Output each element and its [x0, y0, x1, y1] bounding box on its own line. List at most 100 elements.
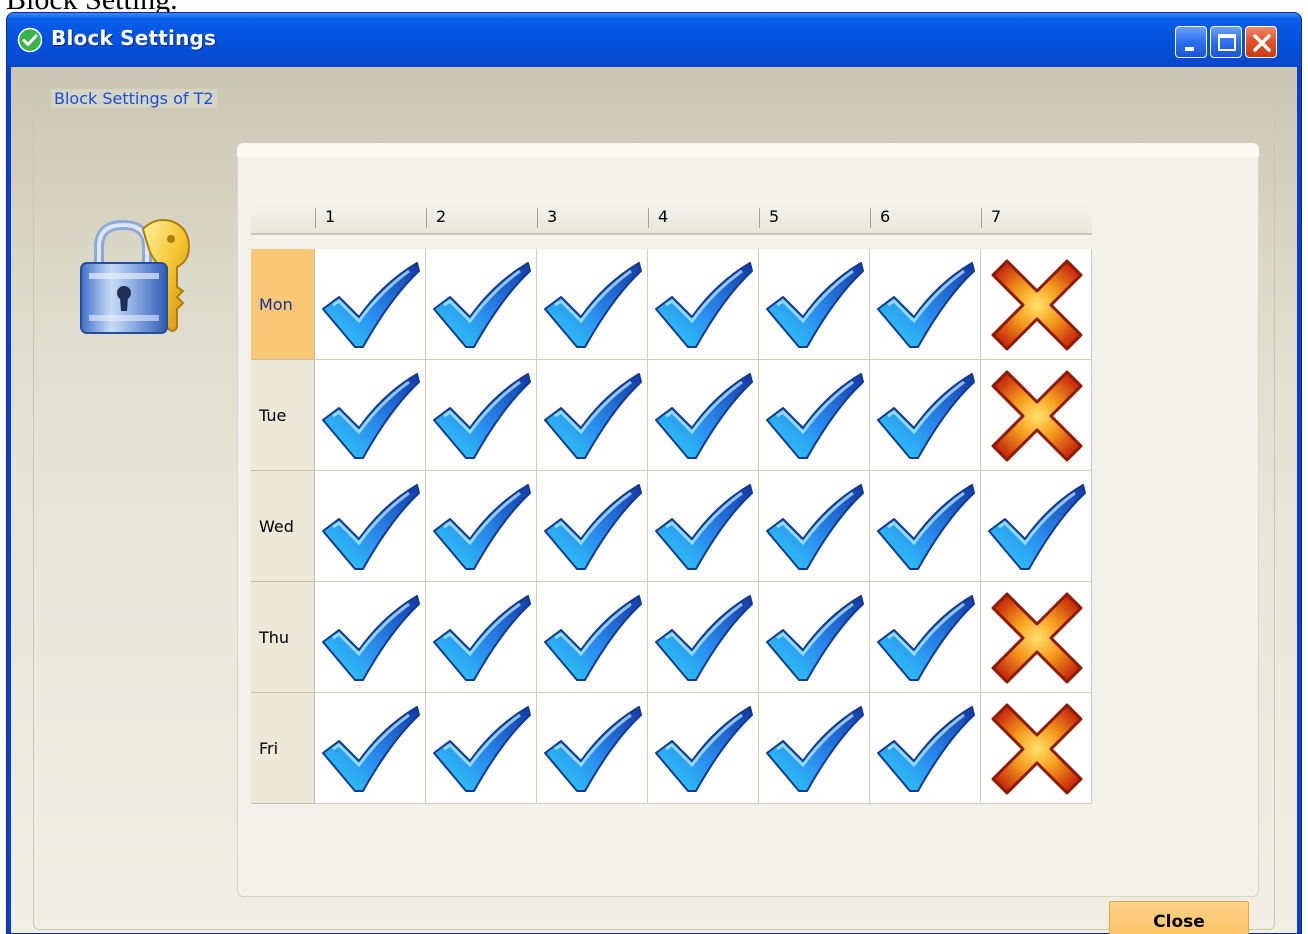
schedule-cell-fri-5[interactable]: [759, 693, 870, 804]
blue-check-icon: [766, 706, 864, 792]
schedule-cell-thu-2[interactable]: [426, 582, 537, 693]
schedule-cell-fri-4[interactable]: [648, 693, 759, 804]
close-button[interactable]: Close: [1109, 901, 1249, 934]
row-label: Fri: [259, 739, 279, 758]
blue-check-icon: [433, 484, 531, 570]
column-label: 2: [436, 207, 447, 226]
row-header-wed[interactable]: Wed: [251, 471, 315, 582]
schedule-cell-thu-1[interactable]: [315, 582, 426, 693]
row-header-thu[interactable]: Thu: [251, 582, 315, 693]
schedule-cell-tue-2[interactable]: [426, 360, 537, 471]
schedule-cell-tue-5[interactable]: [759, 360, 870, 471]
blue-check-icon: [877, 706, 975, 792]
column-separator: [537, 208, 538, 228]
schedule-cell-thu-5[interactable]: [759, 582, 870, 693]
column-label: 5: [769, 207, 780, 226]
column-header-1[interactable]: 1: [315, 200, 426, 235]
blue-check-icon: [433, 262, 531, 348]
schedule-cell-fri-3[interactable]: [537, 693, 648, 804]
row-header-mon[interactable]: Mon: [251, 249, 315, 360]
blue-check-icon: [988, 484, 1086, 570]
column-header-6[interactable]: 6: [870, 200, 981, 235]
blue-check-icon: [766, 262, 864, 348]
column-header-3[interactable]: 3: [537, 200, 648, 235]
schedule-cell-tue-1[interactable]: [315, 360, 426, 471]
blue-check-icon: [877, 262, 975, 348]
schedule-cell-wed-2[interactable]: [426, 471, 537, 582]
blue-check-icon: [322, 595, 420, 681]
row-header-fri[interactable]: Fri: [251, 693, 315, 804]
blue-check-icon: [544, 262, 642, 348]
schedule-cell-wed-6[interactable]: [870, 471, 981, 582]
schedule-cell-mon-6[interactable]: [870, 249, 981, 360]
blue-check-icon: [544, 373, 642, 459]
close-icon: [1253, 34, 1271, 52]
red-x-icon: [991, 703, 1083, 795]
schedule-cell-mon-1[interactable]: [315, 249, 426, 360]
grid-header-corner: [251, 200, 315, 235]
blue-check-icon: [544, 706, 642, 792]
schedule-cell-thu-4[interactable]: [648, 582, 759, 693]
schedule-cell-tue-4[interactable]: [648, 360, 759, 471]
schedule-cell-mon-3[interactable]: [537, 249, 648, 360]
schedule-cell-fri-1[interactable]: [315, 693, 426, 804]
schedule-cell-mon-2[interactable]: [426, 249, 537, 360]
blue-check-icon: [322, 373, 420, 459]
schedule-cell-wed-5[interactable]: [759, 471, 870, 582]
schedule-cell-wed-4[interactable]: [648, 471, 759, 582]
schedule-cell-tue-7[interactable]: [981, 360, 1092, 471]
schedule-cell-tue-3[interactable]: [537, 360, 648, 471]
blue-check-icon: [544, 484, 642, 570]
blue-check-icon: [877, 484, 975, 570]
row-label: Thu: [259, 628, 290, 647]
row-header-tue[interactable]: Tue: [251, 360, 315, 471]
blue-check-icon: [766, 484, 864, 570]
lock-and-key-icon: [80, 219, 191, 334]
blue-check-icon: [655, 484, 753, 570]
column-header-4[interactable]: 4: [648, 200, 759, 235]
schedule-cell-mon-7[interactable]: [981, 249, 1092, 360]
blue-check-icon: [655, 262, 753, 348]
schedule-cell-thu-7[interactable]: [981, 582, 1092, 693]
minimize-button[interactable]: [1175, 26, 1207, 58]
block-settings-window: Block Settings Block Settings of T2 1 2 …: [6, 12, 1302, 934]
column-label: 4: [658, 207, 669, 226]
column-header-2[interactable]: 2: [426, 200, 537, 235]
blue-check-icon: [655, 595, 753, 681]
schedule-cell-wed-3[interactable]: [537, 471, 648, 582]
schedule-cell-fri-6[interactable]: [870, 693, 981, 804]
schedule-cell-fri-7[interactable]: [981, 693, 1092, 804]
title-bar[interactable]: Block Settings: [7, 13, 1301, 67]
column-header-5[interactable]: 5: [759, 200, 870, 235]
schedule-cell-mon-4[interactable]: [648, 249, 759, 360]
blue-check-icon: [322, 484, 420, 570]
column-separator: [426, 208, 427, 228]
blue-check-icon: [655, 706, 753, 792]
schedule-cell-thu-6[interactable]: [870, 582, 981, 693]
column-header-7[interactable]: 7: [981, 200, 1092, 235]
column-label: 7: [991, 207, 1002, 226]
red-x-icon: [991, 592, 1083, 684]
column-separator: [759, 208, 760, 228]
minimize-icon: [1185, 47, 1194, 51]
blue-check-icon: [544, 595, 642, 681]
column-label: 1: [325, 207, 336, 226]
column-label: 6: [880, 207, 891, 226]
row-label: Tue: [259, 406, 287, 425]
column-separator: [981, 208, 982, 228]
column-separator: [870, 208, 871, 228]
schedule-cell-tue-6[interactable]: [870, 360, 981, 471]
red-x-icon: [991, 370, 1083, 462]
grid-panel-highlight: [237, 143, 1259, 157]
schedule-cell-mon-5[interactable]: [759, 249, 870, 360]
close-window-button[interactable]: [1245, 26, 1277, 58]
maximize-button[interactable]: [1210, 26, 1242, 58]
schedule-cell-thu-3[interactable]: [537, 582, 648, 693]
blue-check-icon: [766, 595, 864, 681]
schedule-cell-wed-1[interactable]: [315, 471, 426, 582]
blue-check-icon: [433, 373, 531, 459]
blue-check-icon: [877, 595, 975, 681]
schedule-cell-fri-2[interactable]: [426, 693, 537, 804]
schedule-cell-wed-7[interactable]: [981, 471, 1092, 582]
window-client-area: Block Settings of T2 1 2 3 4 5 6 7 Mon T…: [11, 67, 1297, 934]
